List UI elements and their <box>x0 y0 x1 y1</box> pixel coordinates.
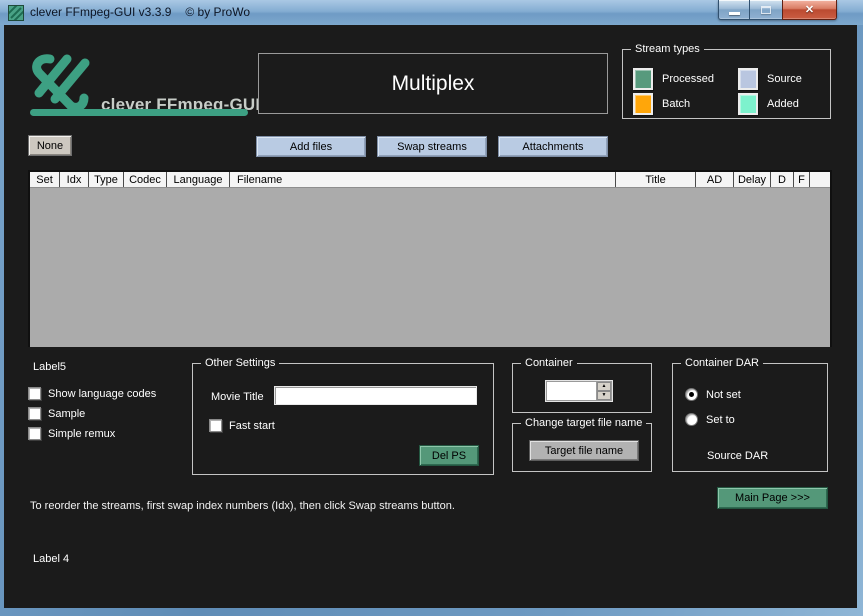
radio-label: Set to <box>706 413 735 426</box>
column-header-title: Title <box>616 172 696 187</box>
window-title: clever FFmpeg-GUI v3.3.9 © by ProWo <box>30 5 251 19</box>
arrow-up-icon: ▲ <box>601 383 607 389</box>
change-target-file-name-title: Change target file name <box>521 417 647 430</box>
del-ps-button[interactable]: Del PS <box>419 445 479 466</box>
radio-label: Not set <box>706 388 741 401</box>
none-button[interactable]: None <box>28 135 72 156</box>
checkbox-label: Show language codes <box>48 387 157 400</box>
fast-start-row: Fast start <box>209 419 275 432</box>
legend-item-source: Source <box>738 68 802 90</box>
other-settings-group: Other Settings Movie Title Fast start De… <box>192 357 494 475</box>
minimize-button[interactable] <box>718 0 750 20</box>
desktop-background: clever FFmpeg-GUI v3.3.9 © by ProWo ✕ cle… <box>0 0 863 616</box>
simple-remux-checkbox[interactable] <box>28 427 41 440</box>
label4: Label 4 <box>33 553 70 565</box>
maximize-button[interactable] <box>750 0 782 20</box>
checkbox-label: Fast start <box>229 419 275 432</box>
simple-remux-row: Simple remux <box>28 427 115 440</box>
window-controls: ✕ <box>718 0 837 20</box>
page-title-box: Multiplex <box>258 53 608 114</box>
processed-color-swatch <box>633 68 653 90</box>
legend-label: Added <box>767 98 799 110</box>
container-spinner[interactable]: ▲ ▼ <box>546 381 612 401</box>
container-group: Container ▲ ▼ <box>512 357 652 413</box>
added-color-swatch <box>738 93 758 115</box>
not-set-radio-row: Not set <box>685 388 741 401</box>
other-settings-title: Other Settings <box>201 357 280 370</box>
set-to-radio-row: Set to <box>685 413 735 426</box>
add-files-button[interactable]: Add files <box>256 136 366 157</box>
set-to-radio[interactable] <box>685 413 698 426</box>
show-language-codes-row: Show language codes <box>28 387 156 400</box>
window-subtitle: © by ProWo <box>185 5 251 19</box>
checkbox-label: Sample <box>48 407 86 420</box>
container-group-title: Container <box>521 357 577 370</box>
attachments-button[interactable]: Attachments <box>498 136 608 157</box>
app-icon <box>8 5 24 21</box>
column-header-set: Set <box>30 172 60 187</box>
maximize-icon <box>761 5 771 14</box>
container-dar-group: Container DAR Not set Set to Source DAR <box>672 357 828 472</box>
close-button[interactable]: ✕ <box>782 0 837 20</box>
legend-item-added: Added <box>738 93 799 115</box>
not-set-radio[interactable] <box>685 388 698 401</box>
column-header-language: Language <box>167 172 230 187</box>
column-header-f: F <box>794 172 810 187</box>
reorder-instruction-text: To reorder the streams, first swap index… <box>30 500 455 512</box>
title-bar[interactable]: clever FFmpeg-GUI v3.3.9 © by ProWo ✕ <box>0 0 863 25</box>
stream-types-group: Stream types Processed Source Batch Adde… <box>622 43 831 119</box>
column-header-ad: AD <box>696 172 734 187</box>
label5: Label5 <box>33 361 67 373</box>
column-header-idx: Idx <box>60 172 89 187</box>
fast-start-checkbox[interactable] <box>209 419 222 432</box>
swap-streams-button[interactable]: Swap streams <box>377 136 487 157</box>
streams-grid: Set Idx Type Codec Language Filename Tit… <box>28 170 832 347</box>
source-dar-label: Source DAR <box>707 450 769 462</box>
container-spinner-value[interactable] <box>547 382 596 400</box>
sample-checkbox[interactable] <box>28 407 41 420</box>
streams-grid-body[interactable] <box>30 188 830 347</box>
checkbox-label: Simple remux <box>48 427 116 440</box>
show-language-codes-checkbox[interactable] <box>28 387 41 400</box>
minimize-icon <box>728 11 740 15</box>
column-header-filler <box>810 172 830 187</box>
target-file-name-button[interactable]: Target file name <box>529 440 639 461</box>
change-target-file-name-group: Change target file name Target file name <box>512 417 652 472</box>
legend-item-processed: Processed <box>633 68 714 90</box>
page-title: Multiplex <box>391 71 475 95</box>
sample-row: Sample <box>28 407 85 420</box>
spinner-up-button[interactable]: ▲ <box>597 382 611 391</box>
column-header-filename: Filename <box>230 172 616 187</box>
movie-title-label: Movie Title <box>211 391 264 403</box>
logo-underline <box>30 109 248 116</box>
legend-label: Source <box>767 73 802 85</box>
client-area: clever FFmpeg-GUI Multiplex Stream types… <box>4 25 857 608</box>
spinner-down-button[interactable]: ▼ <box>597 391 611 400</box>
column-header-delay: Delay <box>734 172 771 187</box>
container-dar-title: Container DAR <box>681 357 763 370</box>
source-color-swatch <box>738 68 758 90</box>
stream-types-title: Stream types <box>631 43 704 56</box>
batch-color-swatch <box>633 93 653 115</box>
arrow-down-icon: ▼ <box>601 392 607 398</box>
column-header-d: D <box>771 172 794 187</box>
movie-title-input[interactable] <box>274 386 477 405</box>
main-page-button[interactable]: Main Page >>> <box>717 487 828 509</box>
legend-label: Batch <box>662 98 691 110</box>
streams-grid-header: Set Idx Type Codec Language Filename Tit… <box>30 172 830 188</box>
legend-label: Processed <box>662 73 714 85</box>
legend-item-batch: Batch <box>633 93 690 115</box>
column-header-type: Type <box>89 172 124 187</box>
column-header-codec: Codec <box>124 172 167 187</box>
close-icon: ✕ <box>804 4 815 16</box>
app-logo-icon <box>28 53 100 116</box>
spinner-buttons: ▲ ▼ <box>596 382 611 400</box>
